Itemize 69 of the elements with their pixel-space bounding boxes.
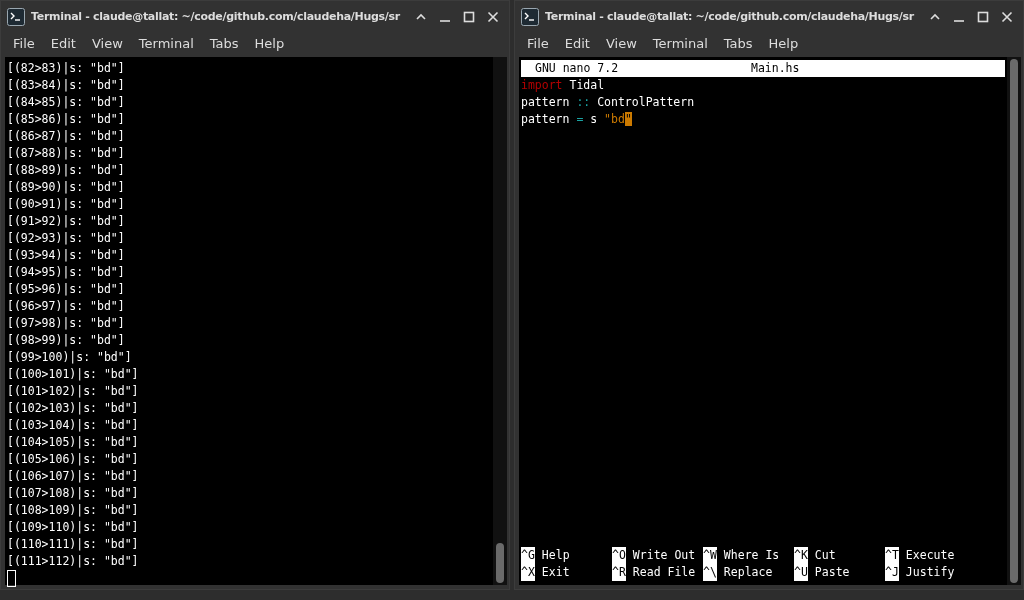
output-line: [(104>105)|s: "bd"] (7, 434, 140, 451)
output-line: [(100>101)|s: "bd"] (7, 366, 140, 383)
output-line: [(91>92)|s: "bd"] (7, 213, 126, 230)
shortcut-key: ^J (885, 564, 899, 581)
shortcut-label: Justify (905, 564, 955, 581)
menu-item[interactable]: Edit (556, 36, 598, 51)
shortcut-label: Paste (814, 564, 850, 581)
shortcut-key: ^T (885, 547, 899, 564)
output-line: [(111>112)|s: "bd"] (7, 553, 140, 570)
shortcut-label: Help (541, 547, 570, 564)
menu-item[interactable]: View (83, 36, 131, 51)
output-line: [(85>86)|s: "bd"] (7, 111, 126, 128)
nano-version: GNU nano 7.2 (534, 60, 620, 77)
output-line: [(93>94)|s: "bd"] (7, 247, 126, 264)
window-title: Terminal - claude@tallat: ~/code/github.com/claudeha/Hugs/sr (545, 10, 915, 23)
output-line: [(110>111)|s: "bd"] (7, 536, 140, 553)
output-line: [(102>103)|s: "bd"] (7, 400, 140, 417)
window-title: Terminal - claude@tallat: ~/code/github.com/claudeha/Hugs/sr (31, 10, 401, 23)
output-line: [(96>97)|s: "bd"] (7, 298, 126, 315)
code-line: import Tidal (521, 77, 606, 94)
menu-item[interactable]: File (519, 36, 557, 51)
output-line: [(88>89)|s: "bd"] (7, 162, 126, 179)
output-line: [(83>84)|s: "bd"] (7, 77, 126, 94)
menu-item[interactable]: Help (760, 36, 807, 51)
output-line: [(107>108)|s: "bd"] (7, 485, 140, 502)
code-line: pattern :: ControlPattern (521, 94, 696, 111)
shortcut-key: ^\ (703, 564, 717, 581)
shortcut-label: Read File (632, 564, 696, 581)
shortcut-label: Replace (723, 564, 773, 581)
menu-item[interactable]: Help (246, 36, 293, 51)
menu-item[interactable]: View (597, 36, 645, 51)
output-line: [(82>83)|s: "bd"] (7, 60, 126, 77)
output-line: [(95>96)|s: "bd"] (7, 281, 126, 298)
output-line: [(89>90)|s: "bd"] (7, 179, 126, 196)
menu-item[interactable]: Tabs (715, 36, 761, 51)
output-line: [(103>104)|s: "bd"] (7, 417, 140, 434)
shortcut-key: ^U (794, 564, 808, 581)
output-line: [(87>88)|s: "bd"] (7, 145, 126, 162)
menu-item[interactable]: Edit (42, 36, 84, 51)
file-name: Main.hs (751, 60, 800, 77)
shortcut-label: Execute (905, 547, 955, 564)
shortcut-key: ^W (703, 547, 717, 564)
code-line: pattern = s "bd" (521, 111, 633, 128)
output-line: [(105>106)|s: "bd"] (7, 451, 140, 468)
shortcut-key: ^G (521, 547, 535, 564)
output-line: [(86>87)|s: "bd"] (7, 128, 126, 145)
shortcut-key: ^R (612, 564, 626, 581)
shortcut-label: Write Out (632, 547, 696, 564)
output-line: [(99>100)|s: "bd"] (7, 349, 133, 366)
menu-item[interactable]: Terminal (130, 36, 202, 51)
menu-item[interactable]: File (5, 36, 43, 51)
shortcut-label: Cut (814, 547, 836, 564)
output-line: [(109>110)|s: "bd"] (7, 519, 140, 536)
menu-item[interactable]: Terminal (644, 36, 716, 51)
shortcut-key: ^K (794, 547, 808, 564)
output-line: [(90>91)|s: "bd"] (7, 196, 126, 213)
output-line: [(84>85)|s: "bd"] (7, 94, 126, 111)
output-line: [(108>109)|s: "bd"] (7, 502, 140, 519)
output-line: [(94>95)|s: "bd"] (7, 264, 126, 281)
shortcut-label: Where Is (723, 547, 780, 564)
shortcut-label: Exit (541, 564, 570, 581)
output-line: [(101>102)|s: "bd"] (7, 383, 140, 400)
menu-item[interactable]: Tabs (201, 36, 247, 51)
output-line: [(106>107)|s: "bd"] (7, 468, 140, 485)
shortcut-key: ^X (521, 564, 535, 581)
output-line: [(97>98)|s: "bd"] (7, 315, 126, 332)
output-line: [(98>99)|s: "bd"] (7, 332, 126, 349)
output-line: [(92>93)|s: "bd"] (7, 230, 126, 247)
shortcut-key: ^O (612, 547, 626, 564)
